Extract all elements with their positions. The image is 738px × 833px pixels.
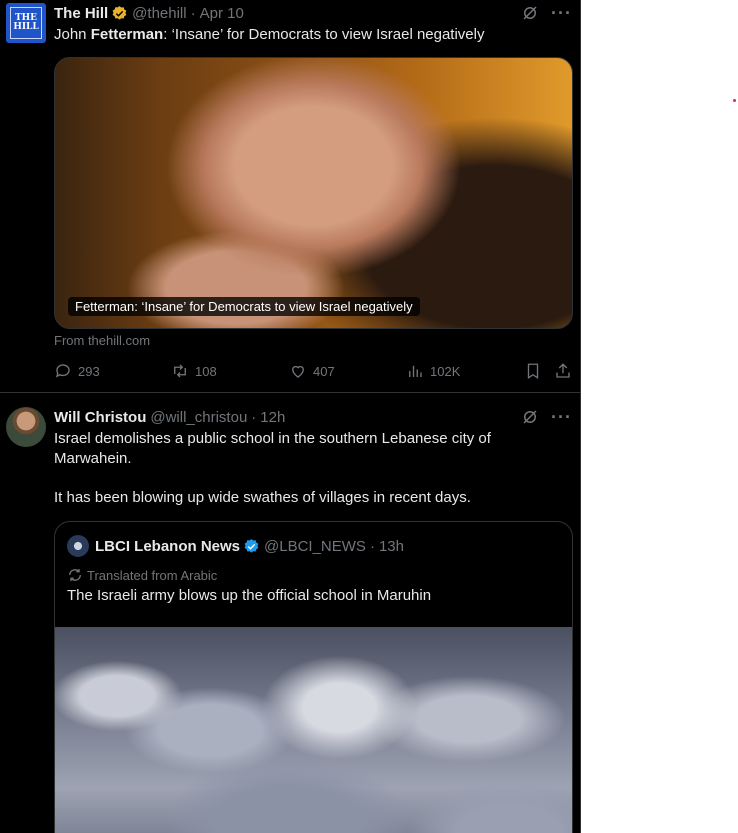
avatar[interactable]: THE HILL bbox=[6, 3, 46, 43]
verified-icon bbox=[244, 538, 259, 553]
reply-count: 293 bbox=[78, 363, 100, 379]
thehill-logo: THE HILL bbox=[10, 7, 42, 39]
link-card-source[interactable]: From thehill.com bbox=[54, 333, 150, 348]
like-count: 407 bbox=[313, 363, 335, 379]
grok-icon[interactable] bbox=[521, 408, 539, 426]
retweet-count: 108 bbox=[195, 363, 217, 379]
grok-icon[interactable] bbox=[521, 4, 539, 22]
tweet-top-actions: ··· bbox=[521, 408, 572, 426]
tweet-text: John Fetterman: ‘Insane’ for Democrats t… bbox=[54, 26, 485, 43]
tweet-header: Will Christou @will_christou · 12h bbox=[54, 407, 285, 427]
tweet-text-paragraph: It has been blowing up wide swathes of v… bbox=[54, 489, 471, 506]
quote-author-name[interactable]: LBCI Lebanon News bbox=[95, 538, 240, 555]
separator: · bbox=[369, 537, 375, 555]
separator: · bbox=[190, 4, 196, 22]
timestamp[interactable]: 12h bbox=[260, 409, 285, 426]
translate-icon bbox=[69, 569, 81, 581]
quote-author-handle[interactable]: @LBCI_NEWS bbox=[264, 538, 366, 555]
reply-icon bbox=[55, 364, 70, 378]
views-icon bbox=[409, 365, 422, 377]
like-button[interactable]: 407 bbox=[289, 362, 335, 380]
like-icon bbox=[292, 365, 304, 378]
cursor-dot bbox=[733, 99, 736, 102]
share-icon bbox=[556, 363, 570, 378]
author-name[interactable]: Will Christou bbox=[54, 409, 146, 426]
avatar[interactable] bbox=[6, 407, 46, 447]
views-button[interactable]: 102K bbox=[406, 362, 460, 380]
quote-header: LBCI Lebanon News @LBCI_NEWS · 13h bbox=[67, 535, 404, 557]
retweet-button[interactable]: 108 bbox=[171, 362, 217, 380]
link-card-caption: Fetterman: ‘Insane’ for Democrats to vie… bbox=[68, 297, 420, 316]
quote-timestamp[interactable]: 13h bbox=[379, 538, 404, 555]
more-icon[interactable]: ··· bbox=[551, 4, 572, 22]
translated-label[interactable]: Translated from Arabic bbox=[67, 567, 217, 583]
retweet-icon bbox=[174, 364, 186, 378]
views-count: 102K bbox=[430, 363, 461, 379]
bookmark-button[interactable] bbox=[524, 362, 542, 380]
bookmark-icon bbox=[527, 363, 539, 380]
share-button[interactable] bbox=[554, 362, 572, 380]
more-icon[interactable]: ··· bbox=[551, 408, 572, 426]
separator: · bbox=[251, 408, 257, 426]
quote-tweet[interactable]: LBCI Lebanon News @LBCI_NEWS · 13h Trans… bbox=[54, 521, 573, 833]
avatar[interactable] bbox=[67, 535, 89, 557]
tweet-text: Israel demolishes a public school in the… bbox=[54, 430, 491, 467]
quote-media-video[interactable] bbox=[55, 627, 572, 833]
link-card-image[interactable]: Fetterman: ‘Insane’ for Democrats to vie… bbox=[54, 57, 573, 329]
timestamp[interactable]: Apr 10 bbox=[200, 5, 244, 22]
author-handle[interactable]: @thehill bbox=[132, 5, 186, 22]
timeline: THE HILL The Hill @thehill · Apr 10 ··· … bbox=[0, 0, 581, 833]
tweet-header: The Hill @thehill · Apr 10 bbox=[54, 3, 244, 23]
reply-button[interactable]: 293 bbox=[54, 362, 100, 380]
verified-icon bbox=[112, 5, 127, 20]
quote-text: The Israeli army blows up the official s… bbox=[67, 587, 432, 604]
author-handle[interactable]: @will_christou bbox=[150, 409, 247, 426]
tweet-action-bar: 293 108 407 102K bbox=[54, 362, 572, 382]
tweet-top-actions: ··· bbox=[521, 4, 572, 22]
author-name[interactable]: The Hill bbox=[54, 5, 108, 22]
